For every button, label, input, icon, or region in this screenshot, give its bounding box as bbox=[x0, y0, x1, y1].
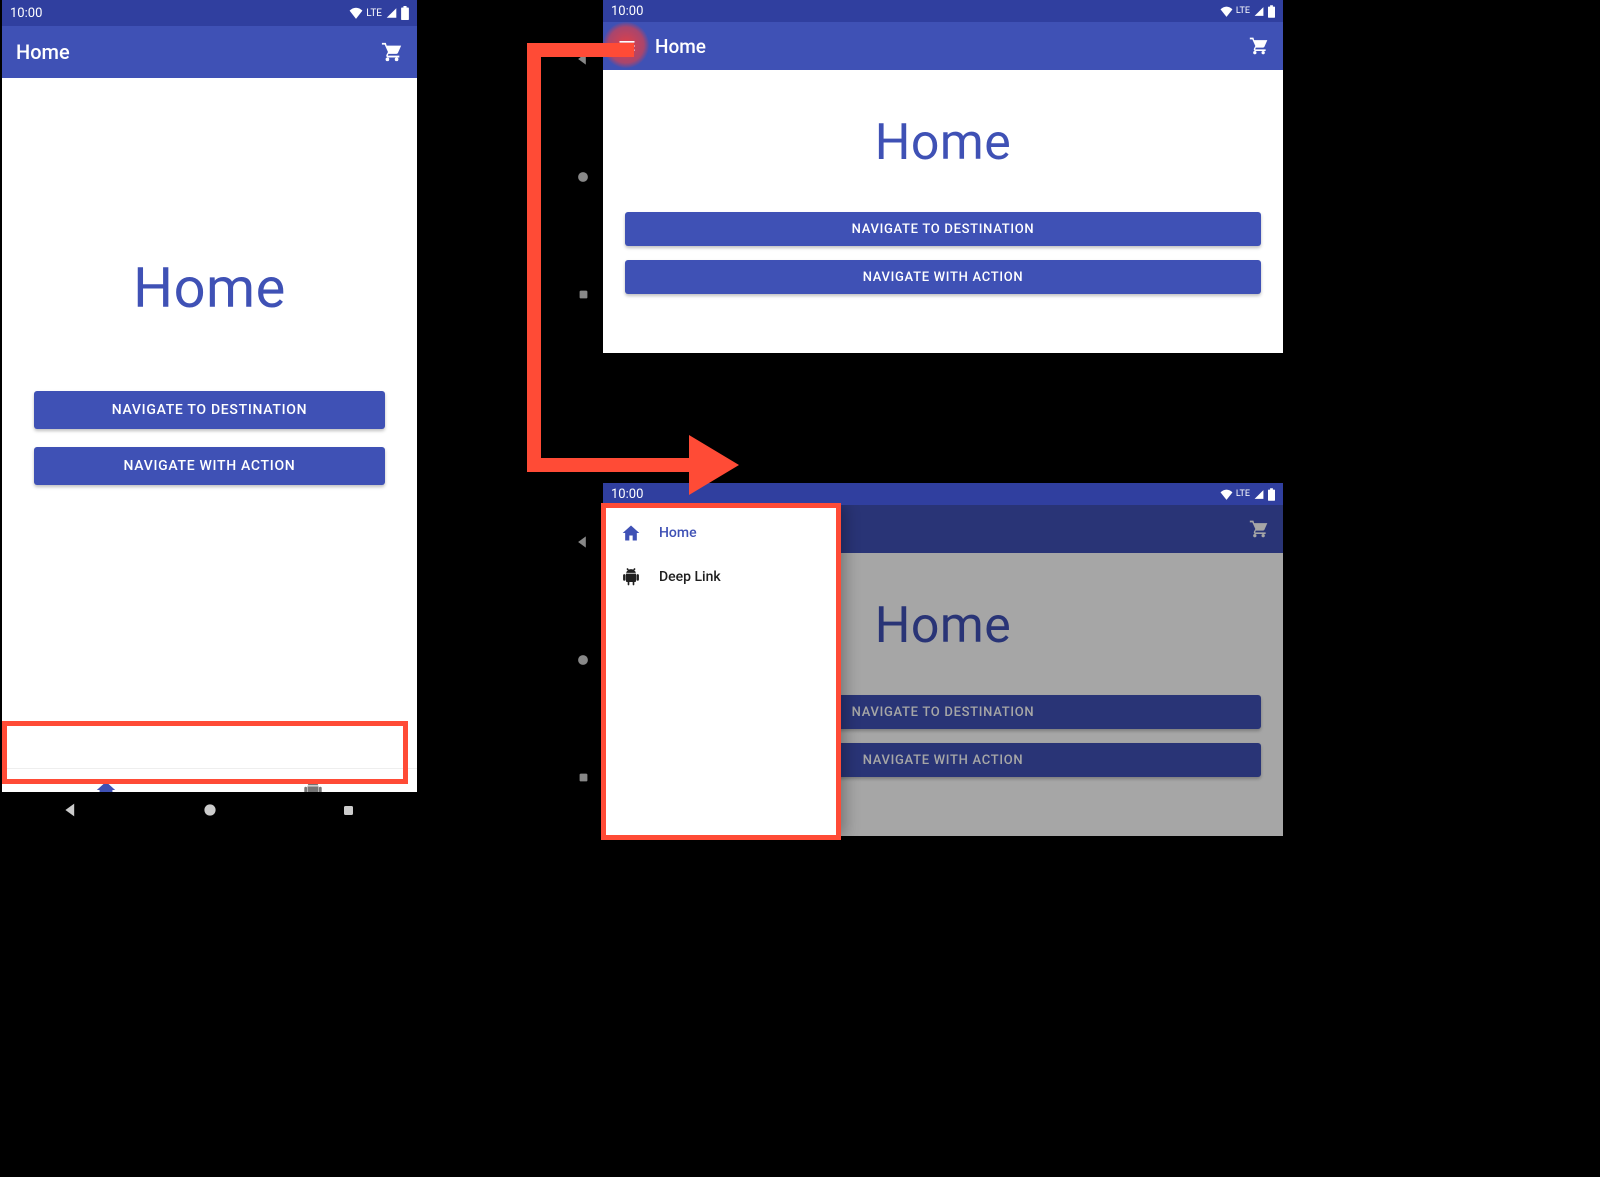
page-title: Home bbox=[16, 40, 363, 64]
signal-icon bbox=[385, 7, 398, 19]
recents-icon[interactable] bbox=[577, 771, 590, 784]
drawer-item-label: Deep Link bbox=[659, 569, 721, 585]
status-bar: 10:00 LTE bbox=[603, 483, 1283, 505]
device-tablet-top: 10:00 LTE Home Home NAVIGATE TO DESTINAT… bbox=[603, 0, 1283, 353]
hamburger-icon[interactable] bbox=[617, 36, 637, 56]
system-navbar-tablet-bottom bbox=[563, 483, 603, 836]
network-label: LTE bbox=[366, 8, 382, 19]
navigate-to-destination-button[interactable]: NAVIGATE TO DESTINATION bbox=[34, 391, 385, 429]
app-bar: Home bbox=[2, 26, 417, 78]
back-icon[interactable] bbox=[576, 52, 590, 66]
screen-heading: Home bbox=[133, 255, 286, 321]
clock: 10:00 bbox=[10, 6, 42, 21]
battery-icon bbox=[1268, 5, 1275, 18]
wifi-icon bbox=[1220, 489, 1233, 500]
home-icon bbox=[621, 523, 641, 543]
clock: 10:00 bbox=[611, 4, 643, 19]
android-icon bbox=[621, 567, 641, 587]
battery-icon bbox=[1268, 488, 1275, 501]
status-bar: 10:00 LTE bbox=[2, 0, 417, 26]
drawer-item-label: Home bbox=[659, 525, 697, 541]
page-title: Home bbox=[655, 35, 1231, 58]
screen-heading: Home bbox=[875, 114, 1012, 172]
status-bar: 10:00 LTE bbox=[603, 0, 1283, 22]
drawer-item-home[interactable]: Home bbox=[603, 511, 841, 555]
home-circle-icon[interactable] bbox=[202, 802, 218, 818]
system-navbar-tablet-top bbox=[563, 0, 603, 353]
home-circle-icon[interactable] bbox=[576, 653, 590, 667]
device-tablet-bottom: 10:00 LTE Home Home NAVIGATE TO DESTINAT… bbox=[603, 483, 1283, 836]
clock: 10:00 bbox=[611, 487, 643, 502]
signal-icon bbox=[1253, 489, 1265, 500]
wifi-icon bbox=[349, 7, 363, 19]
navigate-with-action-button[interactable]: NAVIGATE WITH ACTION bbox=[625, 260, 1261, 294]
recents-icon[interactable] bbox=[577, 288, 590, 301]
battery-icon bbox=[401, 6, 409, 20]
cart-icon[interactable] bbox=[381, 41, 403, 63]
cart-icon[interactable] bbox=[1249, 36, 1269, 56]
system-navbar-phone bbox=[2, 792, 417, 828]
device-phone: 10:00 LTE Home Home NAVIGATE TO DESTINAT… bbox=[2, 0, 417, 828]
back-icon[interactable] bbox=[63, 802, 79, 818]
network-label: LTE bbox=[1236, 489, 1250, 499]
wifi-icon bbox=[1220, 6, 1233, 17]
recents-icon[interactable] bbox=[341, 803, 356, 818]
drawer-item-deeplink[interactable]: Deep Link bbox=[603, 555, 841, 599]
home-circle-icon[interactable] bbox=[576, 170, 590, 184]
navigate-to-destination-button[interactable]: NAVIGATE TO DESTINATION bbox=[625, 212, 1261, 246]
app-bar: Home bbox=[603, 22, 1283, 70]
signal-icon bbox=[1253, 6, 1265, 17]
screen-content: Home NAVIGATE TO DESTINATION NAVIGATE WI… bbox=[2, 78, 417, 768]
network-label: LTE bbox=[1236, 6, 1250, 16]
screen-content: Home NAVIGATE TO DESTINATION NAVIGATE WI… bbox=[603, 70, 1283, 353]
navigate-with-action-button[interactable]: NAVIGATE WITH ACTION bbox=[34, 447, 385, 485]
navigation-drawer: Home Deep Link bbox=[603, 505, 841, 836]
back-icon[interactable] bbox=[576, 535, 590, 549]
